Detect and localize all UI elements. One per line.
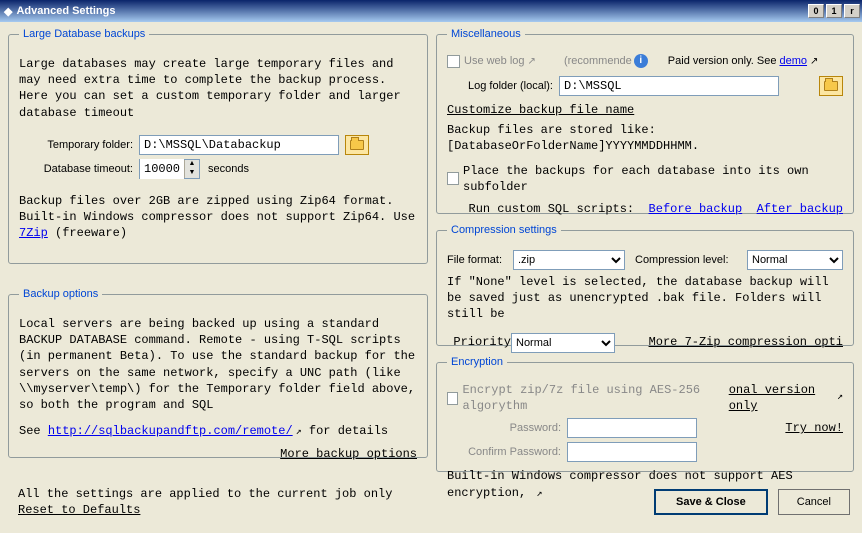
info-icon[interactable]: i [634,54,648,68]
backup-options-group: Backup options Local servers are being b… [8,288,428,458]
more-7zip-link[interactable]: More 7-Zip compression opti [649,334,843,350]
encryption-note: Built-in Windows compressor does not sup… [447,468,843,501]
backup-options-body: Local servers are being backed up using … [19,316,417,413]
external-icon: ↗ [536,488,542,502]
customize-filename-link[interactable]: Customize backup file name [447,103,634,117]
minimize-button[interactable]: 0 [808,4,824,18]
timeout-spinner[interactable]: ▲▼ [139,159,200,179]
paid-note: Paid version only. See demo [668,55,807,67]
more-backup-options-link[interactable]: More backup options [280,447,417,461]
compression-legend: Compression settings [447,224,561,236]
large-db-intro: Large databases may create large tempora… [19,56,417,121]
priority-label: Priority [447,334,511,350]
use-web-log-label: Use web log [464,55,525,67]
external-icon: ↗ [837,391,843,405]
own-subfolder-checkbox[interactable] [447,172,459,185]
encryption-legend: Encryption [447,356,507,368]
demo-link[interactable]: demo [780,55,808,67]
timeout-label: Database timeout: [19,163,139,175]
reset-defaults-link[interactable]: Reset to Defaults [18,503,140,517]
misc-group: Miscellaneous Use web log↗ (recommendei … [436,28,854,214]
zip64-note: Backup files over 2GB are zipped using Z… [19,193,417,242]
use-web-log-checkbox[interactable] [447,55,460,68]
try-now-link[interactable]: Try now! [785,420,843,436]
paid-version-tail: onal version only [729,382,834,414]
applied-note: All the settings are applied to the curr… [18,486,392,502]
stored-like-label: Backup files are stored like: [DatabaseO… [447,122,843,154]
7zip-link[interactable]: 7Zip [19,226,48,240]
large-db-legend: Large Database backups [19,28,149,40]
browse-temp-folder-button[interactable] [345,135,369,155]
password-label: Password: [447,422,567,434]
external-icon: ↗ [528,56,536,67]
compression-level-select[interactable]: Normal [747,250,843,270]
temp-folder-label: Temporary folder: [19,139,139,151]
compression-level-label: Compression level: [635,254,747,266]
log-folder-label: Log folder (local): [447,80,559,92]
priority-select[interactable]: Normal [511,333,615,353]
remote-url-link[interactable]: http://sqlbackupandftp.com/remote/ [48,424,293,438]
file-format-label: File format: [447,254,513,266]
after-backup-link[interactable]: After backup [757,202,843,216]
timeout-input[interactable] [140,159,184,179]
recommended-label: (recommende [564,55,632,67]
file-format-select[interactable]: .zip [513,250,625,270]
before-backup-link[interactable]: Before backup [649,202,743,216]
close-button[interactable]: r [844,4,860,18]
maximize-button[interactable]: 1 [826,4,842,18]
timeout-unit: seconds [208,163,249,175]
backup-options-legend: Backup options [19,288,102,300]
log-folder-input[interactable] [559,76,779,96]
spin-down-icon[interactable]: ▼ [184,169,199,178]
misc-legend: Miscellaneous [447,28,525,40]
confirm-password-label: Confirm Password: [447,446,567,458]
encryption-group: Encryption Encrypt zip/7z file using AES… [436,356,854,472]
compression-group: Compression settings File format: .zip C… [436,224,854,346]
folder-icon [350,140,364,150]
folder-icon [824,81,838,91]
remote-link-row: See http://sqlbackupandftp.com/remote/↗ … [19,423,417,440]
password-input[interactable] [567,418,697,438]
run-scripts-row: Run custom SQL scripts: Before backup Af… [447,201,843,217]
app-icon: ◆ [4,5,12,18]
browse-log-folder-button[interactable] [819,76,843,96]
encrypt-label: Encrypt zip/7z file using AES-256 algory… [462,382,728,414]
titlebar: ◆ Advanced Settings 0 1 r [0,0,862,22]
spin-up-icon[interactable]: ▲ [184,160,199,169]
compression-note: If "None" level is selected, the databas… [447,274,843,323]
window-title: Advanced Settings [16,5,115,17]
confirm-password-input[interactable] [567,442,697,462]
external-icon: ↗ [810,56,818,67]
temp-folder-input[interactable] [139,135,339,155]
own-subfolder-label: Place the backups for each database into… [463,163,843,195]
encrypt-checkbox[interactable] [447,392,458,405]
large-db-group: Large Database backups Large databases m… [8,28,428,264]
